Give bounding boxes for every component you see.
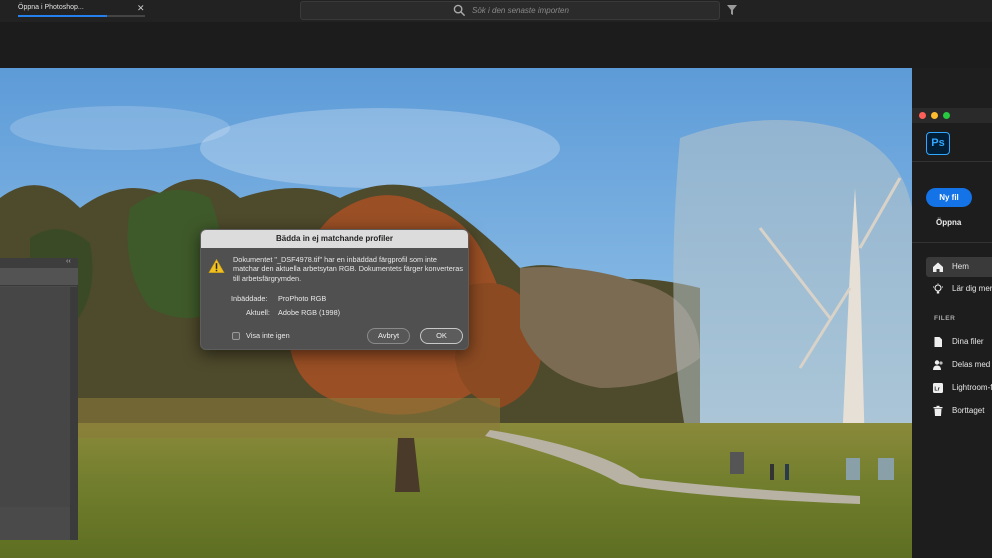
search-box[interactable]: Sök i den senaste importen [300, 1, 720, 20]
nav-label: Hem [952, 262, 969, 271]
current-label: Aktuell: [246, 308, 270, 317]
nav-label: Dina filer [952, 337, 984, 346]
embedded-value: ProPhoto RGB [278, 294, 327, 303]
panel-scrollbar[interactable] [70, 287, 78, 540]
files-section-title: FILER [934, 315, 956, 322]
divider [912, 161, 992, 162]
collapse-chevron-icon[interactable]: ‹‹ [66, 258, 71, 265]
nav-label: Lär dig mer [952, 284, 992, 293]
filter-icon[interactable] [726, 4, 738, 16]
progress-bar [18, 15, 145, 17]
progress-fill [18, 15, 107, 17]
search-placeholder: Sök i den senaste importen [472, 6, 569, 15]
top-bar: Öppna i Photoshop... ✕ Sök i den senaste… [0, 0, 992, 22]
trash-icon [933, 405, 943, 416]
home-icon [933, 262, 943, 272]
search-icon [453, 4, 466, 17]
window-titlebar [912, 108, 992, 123]
nav-item-deleted[interactable]: Borttaget [926, 401, 992, 421]
ok-button[interactable]: OK [420, 328, 463, 344]
nav-item-shared[interactable]: Delas med dig [926, 355, 992, 375]
profile-mismatch-dialog: Bädda in ej matchande profiler Dokumente… [200, 229, 469, 350]
lightbulb-icon [933, 283, 943, 294]
close-window-button[interactable] [919, 112, 926, 119]
warning-icon [208, 258, 225, 273]
nav-label: Lightroom-foton [952, 383, 992, 392]
close-icon[interactable]: ✕ [137, 3, 145, 13]
nav-label: Borttaget [952, 406, 985, 415]
photoshop-home-window: Ps Ny fil Öppna Hem Lär dig mer FILER Di… [912, 108, 992, 558]
dialog-message: Dokumentet "_DSF4978.tif" har en inbädda… [233, 255, 463, 283]
people-icon [933, 360, 943, 370]
import-tab[interactable]: Öppna i Photoshop... ✕ [6, 0, 145, 22]
lightroom-icon: Lr [933, 383, 943, 393]
svg-text:Lr: Lr [934, 387, 940, 393]
open-button[interactable]: Öppna [936, 218, 961, 227]
nav-item-home[interactable]: Hem [926, 257, 992, 277]
dont-show-label: Visa inte igen [246, 331, 290, 340]
nav-label: Delas med dig [952, 360, 992, 369]
dont-show-checkbox[interactable] [232, 332, 240, 340]
dialog-title: Bädda in ej matchande profiler [201, 230, 468, 248]
cancel-button[interactable]: Avbryt [367, 328, 410, 344]
empty-toolbar [0, 22, 992, 68]
minimize-window-button[interactable] [931, 112, 938, 119]
nav-item-lightroom[interactable]: Lr Lightroom-foton [926, 378, 992, 398]
new-file-button[interactable]: Ny fil [926, 188, 972, 207]
photoshop-logo: Ps [926, 132, 950, 155]
current-value: Adobe RGB (1998) [278, 308, 341, 317]
tab-label: Öppna i Photoshop... [18, 4, 84, 11]
embedded-label: Inbäddade: [231, 294, 268, 303]
nav-item-your-files[interactable]: Dina filer [926, 332, 992, 352]
panel-body [0, 287, 70, 507]
collapsed-panel: ‹‹ [0, 258, 78, 540]
zoom-window-button[interactable] [943, 112, 950, 119]
panel-tab-bar [0, 268, 78, 286]
nav-item-learn[interactable]: Lär dig mer [926, 279, 992, 299]
document-icon [934, 337, 942, 347]
divider [912, 242, 992, 243]
